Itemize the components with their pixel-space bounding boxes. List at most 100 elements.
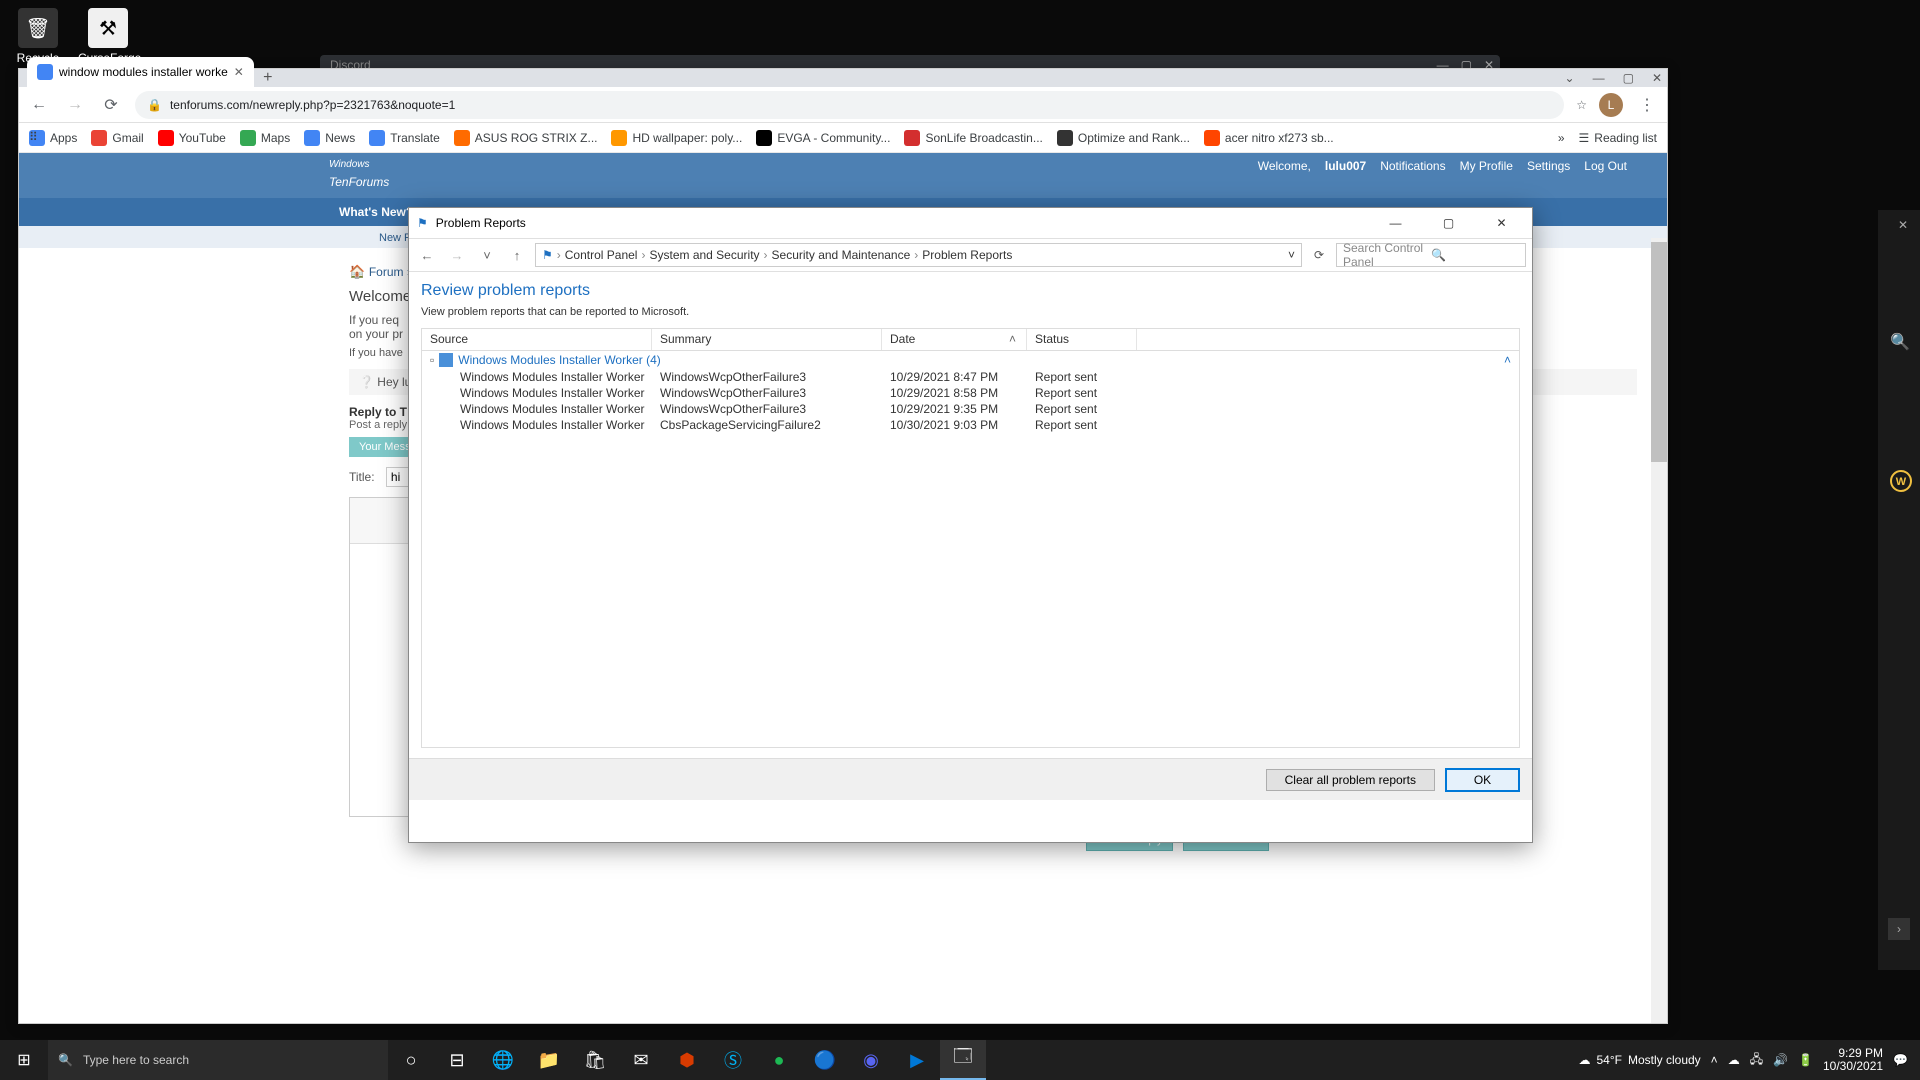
forward-button[interactable]: →	[63, 96, 87, 114]
reading-list-button[interactable]: ☰Reading list	[1579, 131, 1657, 145]
back-button[interactable]: ←	[27, 96, 51, 114]
crumb-control-panel[interactable]: Control Panel	[565, 248, 638, 262]
bookmark-optimize[interactable]: Optimize and Rank...	[1057, 130, 1190, 146]
close-icon[interactable]: ✕	[1652, 71, 1662, 85]
taskbar-discord[interactable]: ◉	[848, 1040, 894, 1080]
expand-icon[interactable]: ▫	[430, 353, 434, 367]
close-icon[interactable]: ✕	[1898, 218, 1908, 232]
start-button[interactable]: ⊞	[0, 1040, 48, 1080]
taskbar-store[interactable]: 🛍	[572, 1040, 618, 1080]
bookmarks-overflow-icon[interactable]: »	[1558, 131, 1565, 145]
clock[interactable]: 9:29 PM10/30/2021	[1823, 1047, 1883, 1073]
forward-button[interactable]: →	[445, 248, 469, 263]
bookmark-apps[interactable]: ⠿Apps	[29, 130, 77, 146]
minimize-button[interactable]: —	[1373, 209, 1418, 237]
up-button[interactable]: ↑	[505, 248, 529, 263]
cortana-button[interactable]: ○	[388, 1040, 434, 1080]
network-icon[interactable]: 🖧	[1750, 1050, 1763, 1071]
battery-icon[interactable]: 🔋	[1798, 1053, 1813, 1067]
taskbar-office[interactable]: ⬢	[664, 1040, 710, 1080]
list-item[interactable]: Windows Modules Installer WorkerWindowsW…	[422, 369, 1519, 385]
crumb-security-maintenance[interactable]: Security and Maintenance	[772, 248, 911, 262]
maximize-button[interactable]: ▢	[1426, 209, 1471, 237]
refresh-button[interactable]: ⟳	[1308, 248, 1330, 262]
search-icon[interactable]: 🔍	[1890, 332, 1910, 352]
maps-icon	[240, 130, 256, 146]
wow-icon[interactable]: W	[1890, 470, 1912, 492]
cell-source: Windows Modules Installer Worker	[460, 370, 660, 384]
bookmark-asus[interactable]: ASUS ROG STRIX Z...	[454, 130, 598, 146]
ok-button[interactable]: OK	[1445, 768, 1520, 792]
volume-icon[interactable]: 🔊	[1773, 1053, 1788, 1067]
taskbar-search[interactable]: 🔍Type here to search	[48, 1040, 388, 1080]
logout-link[interactable]: Log Out	[1584, 159, 1627, 173]
chevron-down-icon[interactable]: ˅	[1288, 248, 1295, 262]
group-header[interactable]: ▫ Windows Modules Installer Worker (4) ˄	[422, 351, 1519, 369]
profile-link[interactable]: My Profile	[1460, 159, 1513, 173]
problem-reports-window: ⚑ Problem Reports — ▢ ✕ ← → ˅ ↑ ⚑› Contr…	[408, 207, 1533, 843]
crumb-problem-reports[interactable]: Problem Reports	[922, 248, 1012, 262]
col-summary[interactable]: Summary	[652, 329, 882, 350]
taskbar-app[interactable]: ▶	[894, 1040, 940, 1080]
taskbar-chrome[interactable]: 🔵	[802, 1040, 848, 1080]
onedrive-icon[interactable]: ☁	[1728, 1053, 1740, 1067]
taskbar-control-panel[interactable]: 🗔	[940, 1040, 986, 1080]
bookmark-evga[interactable]: EVGA - Community...	[756, 130, 890, 146]
chrome-chevron-icon[interactable]: ⌄	[1565, 71, 1575, 85]
maximize-icon[interactable]: ▢	[1623, 71, 1634, 85]
col-date[interactable]: Date	[882, 329, 1027, 350]
bookmark-maps[interactable]: Maps	[240, 130, 290, 146]
url-bar[interactable]: 🔒 tenforums.com/newreply.php?p=2321763&n…	[135, 91, 1564, 119]
col-status[interactable]: Status	[1027, 329, 1137, 350]
list-item[interactable]: Windows Modules Installer WorkerWindowsW…	[422, 401, 1519, 417]
window-titlebar[interactable]: ⚑ Problem Reports — ▢ ✕	[409, 208, 1532, 238]
tab-close-icon[interactable]: ✕	[234, 65, 244, 79]
bookmark-wallpaper[interactable]: HD wallpaper: poly...	[611, 130, 742, 146]
bookmark-gmail[interactable]: Gmail	[91, 130, 143, 146]
scrollbar-thumb[interactable]	[1651, 242, 1667, 462]
notifications-link[interactable]: Notifications	[1380, 159, 1445, 173]
back-button[interactable]: ←	[415, 248, 439, 263]
weather-widget[interactable]: ☁54°FMostly cloudy	[1578, 1053, 1700, 1067]
history-dropdown[interactable]: ˅	[475, 248, 499, 263]
recycle-bin-icon: 🗑	[18, 8, 58, 48]
page-scrollbar[interactable]	[1651, 238, 1667, 1023]
taskbar-explorer[interactable]: 📁	[526, 1040, 572, 1080]
taskbar-mail[interactable]: ✉	[618, 1040, 664, 1080]
news-icon	[304, 130, 320, 146]
list-item[interactable]: Windows Modules Installer WorkerWindowsW…	[422, 385, 1519, 401]
bookmark-acer[interactable]: acer nitro xf273 sb...	[1204, 130, 1334, 146]
bookmark-youtube[interactable]: YouTube	[158, 130, 226, 146]
bookmark-news[interactable]: News	[304, 130, 355, 146]
crumb-system-security[interactable]: System and Security	[649, 248, 759, 262]
close-button[interactable]: ✕	[1479, 209, 1524, 237]
browser-tab[interactable]: window modules installer worke ✕	[27, 57, 254, 87]
cell-status: Report sent	[1035, 418, 1145, 432]
collapse-icon[interactable]: ˄	[1504, 353, 1511, 367]
taskbar-spotify[interactable]: ●	[756, 1040, 802, 1080]
profile-avatar[interactable]: L	[1599, 93, 1623, 117]
bookmark-translate[interactable]: Translate	[369, 130, 440, 146]
list-item[interactable]: Windows Modules Installer WorkerCbsPacka…	[422, 417, 1519, 433]
username-link[interactable]: lulu007	[1325, 159, 1366, 173]
settings-link[interactable]: Settings	[1527, 159, 1570, 173]
taskbar-edge[interactable]: 🌐	[480, 1040, 526, 1080]
search-input[interactable]: Search Control Panel🔍	[1336, 243, 1526, 267]
cell-status: Report sent	[1035, 402, 1145, 416]
bookmark-sonlife[interactable]: SonLife Broadcastin...	[904, 130, 1042, 146]
bookmark-star-icon[interactable]: ☆	[1576, 98, 1587, 112]
menu-button[interactable]: ⋮	[1635, 95, 1659, 115]
clear-reports-button[interactable]: Clear all problem reports	[1266, 769, 1435, 791]
minimize-icon[interactable]: —	[1593, 71, 1605, 85]
notifications-icon[interactable]: 💬	[1893, 1053, 1908, 1067]
col-source[interactable]: Source	[422, 329, 652, 350]
new-tab-button[interactable]: +	[254, 69, 282, 87]
expand-arrow-icon[interactable]: ›	[1888, 918, 1910, 940]
reload-button[interactable]: ⟳	[99, 95, 123, 115]
task-view-button[interactable]: ⊟	[434, 1040, 480, 1080]
tray-overflow-icon[interactable]: ˄	[1711, 1053, 1718, 1067]
breadcrumb-bar[interactable]: ⚑› Control Panel› System and Security› S…	[535, 243, 1302, 267]
whats-new-link[interactable]: What's New?	[339, 205, 413, 219]
forum-logo[interactable]: WindowsTenForums	[329, 159, 389, 191]
taskbar-skype[interactable]: Ⓢ	[710, 1040, 756, 1080]
